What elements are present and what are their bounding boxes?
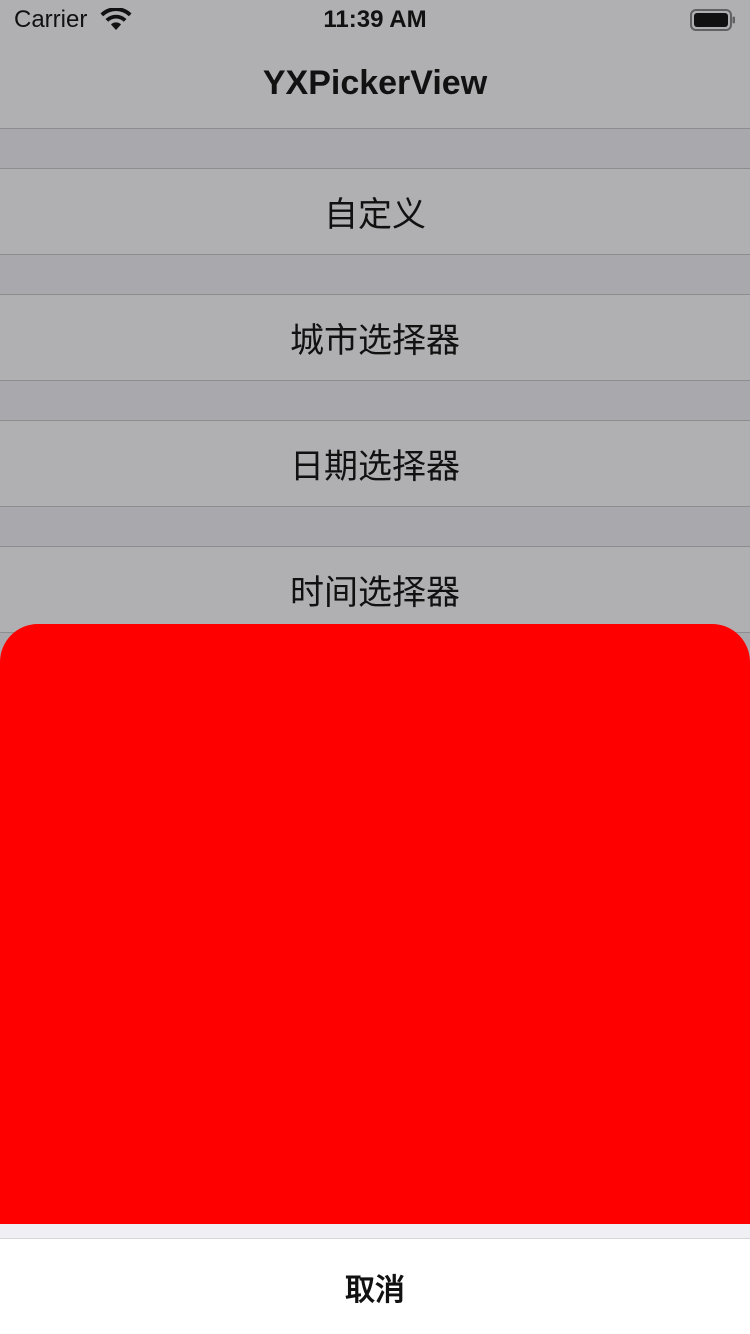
section-gap [0, 129, 750, 169]
list-item-date-picker[interactable]: 日期选择器 [0, 421, 750, 507]
navigation-bar: YXPickerView [0, 40, 750, 129]
clock: 11:39 AM [323, 6, 427, 33]
sheet-divider [0, 1224, 750, 1239]
screen: Carrier 11:39 AM YXPickerView 自定义 城市选择器 … [0, 0, 750, 1334]
list-item-time-picker[interactable]: 时间选择器 [0, 547, 750, 633]
section-gap [0, 381, 750, 421]
section-gap [0, 255, 750, 295]
battery-icon [690, 9, 735, 31]
page-title: YXPickerView [262, 64, 488, 102]
list-item-city-picker[interactable]: 城市选择器 [0, 295, 750, 381]
custom-picker-sheet[interactable] [0, 624, 750, 1224]
menu-list: 自定义 城市选择器 日期选择器 时间选择器 [0, 129, 750, 633]
list-item-custom[interactable]: 自定义 [0, 169, 750, 255]
status-bar: Carrier 11:39 AM [0, 0, 750, 40]
section-gap [0, 507, 750, 547]
cancel-button[interactable]: 取消 [0, 1239, 750, 1334]
